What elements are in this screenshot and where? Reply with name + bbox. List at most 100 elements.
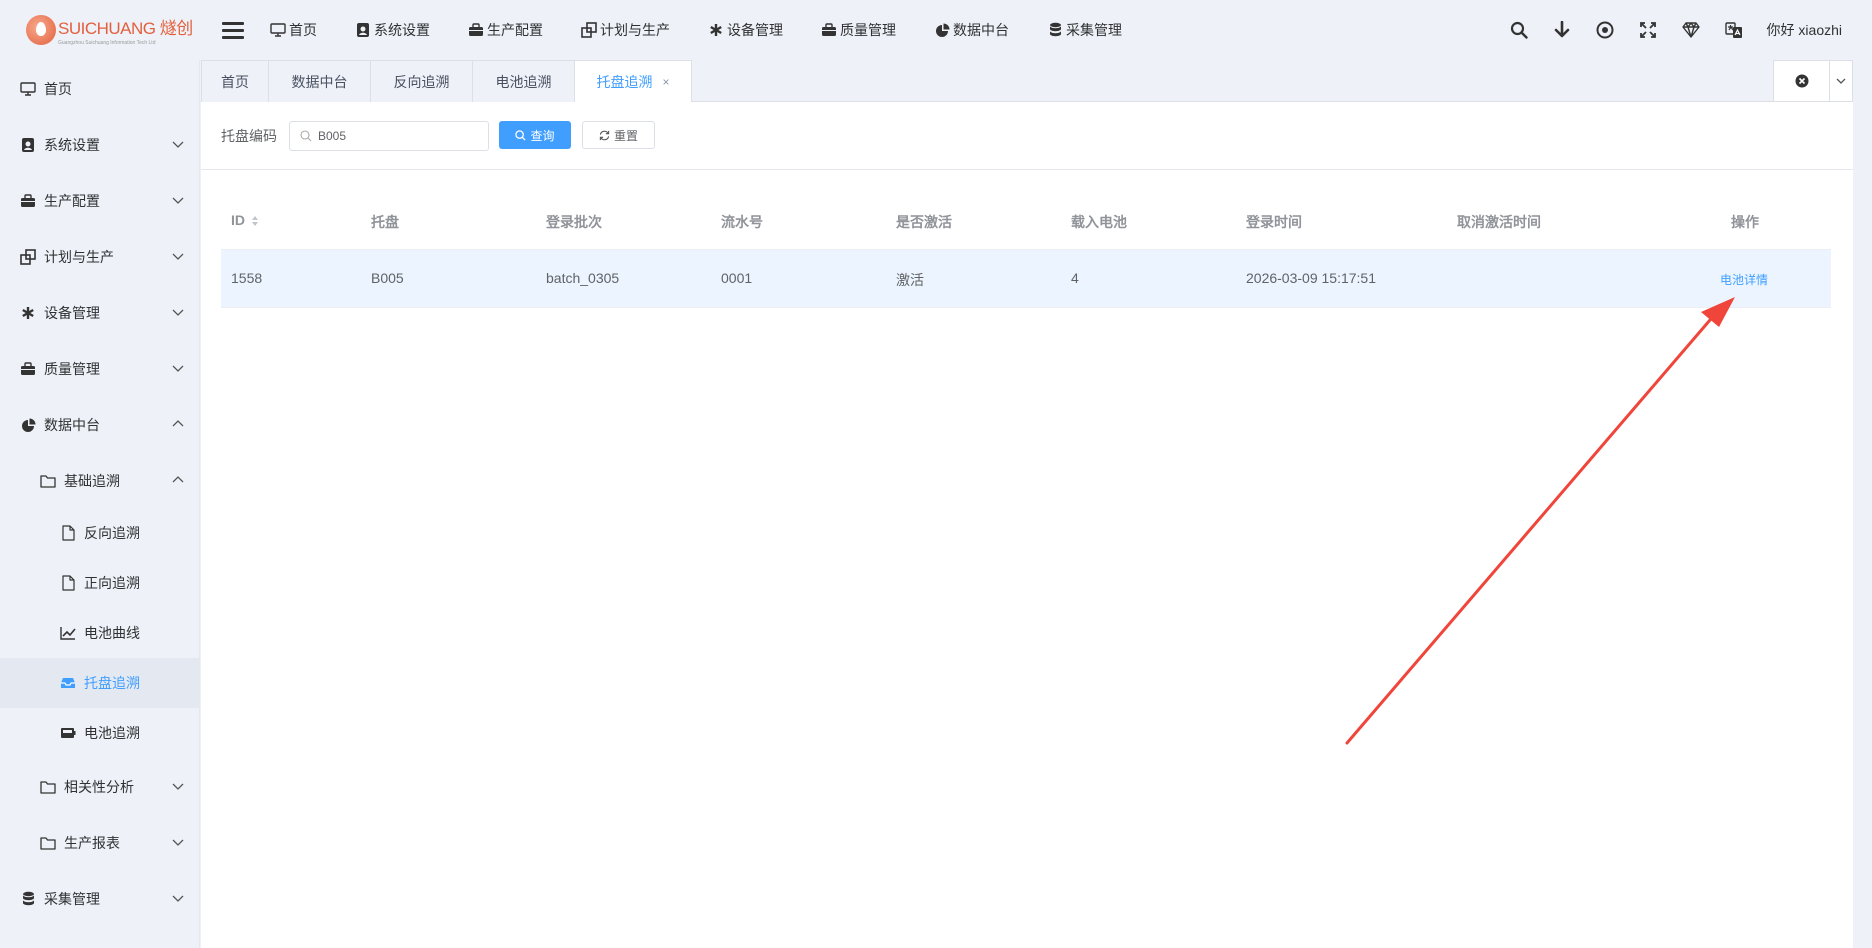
column-header-id[interactable]: ID bbox=[231, 212, 259, 228]
cell-active: 激活 bbox=[896, 272, 924, 288]
sidebar-item-system-settings[interactable]: 系统设置 bbox=[0, 120, 200, 170]
logo-mark-icon bbox=[26, 15, 56, 45]
sidebar-item-forward-trace[interactable]: 正向追溯 bbox=[0, 558, 200, 608]
topnav-equipment[interactable]: 设备管理 bbox=[708, 0, 801, 60]
folder-icon bbox=[40, 473, 56, 489]
file-icon bbox=[60, 525, 76, 541]
search-icon[interactable] bbox=[1509, 20, 1529, 40]
sidebar-item-plan-production[interactable]: 计划与生产 bbox=[0, 232, 200, 282]
column-header-action: 操作 bbox=[1731, 214, 1759, 230]
download-icon[interactable] bbox=[1552, 20, 1572, 40]
tab-home[interactable]: 首页 bbox=[201, 60, 269, 102]
topnav-quality[interactable]: 质量管理 bbox=[821, 0, 914, 60]
battery-icon bbox=[60, 725, 76, 741]
user-badge-icon bbox=[20, 137, 36, 153]
topnav-plan-production[interactable]: 计划与生产 bbox=[581, 0, 688, 60]
tray-table: ID 托盘 登录批次 流水号 是否激活 载入电池 登录时间 取消激活时间 操作 … bbox=[221, 190, 1831, 308]
chevron-down-icon bbox=[1836, 78, 1846, 84]
column-header-login-time: 登录时间 bbox=[1246, 214, 1302, 230]
file-icon bbox=[60, 575, 76, 591]
layers-icon bbox=[20, 249, 36, 265]
briefcase-icon bbox=[468, 22, 484, 38]
topnav-production-config[interactable]: 生产配置 bbox=[468, 0, 561, 60]
topnav-data-center[interactable]: 数据中台 bbox=[934, 0, 1027, 60]
layers-icon bbox=[581, 22, 597, 38]
search-form: 托盘编码 B005 查询 重置 bbox=[201, 102, 1853, 170]
tab-reverse-trace[interactable]: 反向追溯 bbox=[370, 60, 473, 102]
reset-button[interactable]: 重置 bbox=[582, 121, 655, 149]
tabs-dropdown-button[interactable] bbox=[1830, 61, 1852, 101]
tab-tray-trace[interactable]: 托盘追溯 × bbox=[574, 60, 692, 103]
folder-icon bbox=[40, 835, 56, 851]
sidebar-item-reverse-trace[interactable]: 反向追溯 bbox=[0, 508, 200, 558]
sidebar-item-correlation-analysis[interactable]: 相关性分析 bbox=[0, 762, 200, 812]
folder-icon bbox=[40, 779, 56, 795]
chevron-up-icon bbox=[172, 420, 184, 427]
tab-data-center[interactable]: 数据中台 bbox=[268, 60, 371, 102]
sidebar-item-equipment[interactable]: 设备管理 bbox=[0, 288, 200, 338]
query-button[interactable]: 查询 bbox=[499, 121, 571, 149]
menu-toggle-icon[interactable] bbox=[222, 21, 244, 39]
fullscreen-icon[interactable] bbox=[1638, 20, 1658, 40]
asterisk-icon bbox=[20, 305, 36, 321]
tabs-bar: 首页 数据中台 反向追溯 电池追溯 托盘追溯 × bbox=[201, 60, 1853, 103]
battery-details-link[interactable]: 电池详情 bbox=[1720, 271, 1768, 288]
sidebar-item-battery-trace[interactable]: 电池追溯 bbox=[0, 708, 200, 758]
tray-icon bbox=[60, 675, 76, 691]
chevron-down-icon bbox=[172, 783, 184, 790]
column-header-serial: 流水号 bbox=[721, 214, 763, 230]
pie-chart-icon bbox=[934, 22, 950, 38]
tray-code-input[interactable]: B005 bbox=[289, 121, 489, 151]
diamond-icon[interactable] bbox=[1681, 20, 1701, 40]
sidebar-item-production-report[interactable]: 生产报表 bbox=[0, 818, 200, 868]
chevron-up-icon bbox=[172, 476, 184, 483]
cell-id: 1558 bbox=[231, 270, 263, 286]
main-content: 托盘编码 B005 查询 重置 ID 托盘 登录批次 流水号 是否激活 载入电池… bbox=[201, 102, 1853, 948]
user-greeting[interactable]: 你好 xiaozhi bbox=[1767, 20, 1842, 40]
logo-subtext: Guangzhou Suichuang Information Tech Ltd bbox=[58, 40, 156, 46]
briefcase-icon bbox=[20, 193, 36, 209]
column-header-active: 是否激活 bbox=[896, 214, 952, 230]
topnav-collection[interactable]: 采集管理 bbox=[1047, 0, 1140, 60]
tab-tools bbox=[1773, 60, 1853, 102]
brand-logo[interactable]: SUICHUANG 燧创 Guangzhou Suichuang Informa… bbox=[0, 0, 200, 60]
briefcase-icon bbox=[20, 361, 36, 377]
chevron-down-icon bbox=[172, 895, 184, 902]
sidebar-item-quality[interactable]: 质量管理 bbox=[0, 344, 200, 394]
close-circle-icon bbox=[1795, 74, 1808, 88]
search-icon bbox=[300, 130, 312, 142]
sort-icon[interactable] bbox=[251, 215, 259, 227]
asterisk-icon bbox=[708, 22, 724, 38]
top-navigation: 首页 系统设置 生产配置 计划与生产 设备管理 质量管理 数据中台 采集管理 bbox=[270, 0, 1160, 60]
cell-batteries: 4 bbox=[1071, 270, 1079, 286]
chevron-down-icon bbox=[172, 197, 184, 204]
sidebar-item-home[interactable]: 首页 bbox=[0, 64, 200, 114]
sidebar-item-production-config[interactable]: 生产配置 bbox=[0, 176, 200, 226]
chevron-down-icon bbox=[172, 365, 184, 372]
refresh-icon bbox=[599, 130, 610, 140]
sidebar-item-tray-trace[interactable]: 托盘追溯 bbox=[0, 658, 200, 708]
monitor-icon bbox=[20, 81, 36, 97]
cell-serial: 0001 bbox=[721, 270, 753, 286]
logo-text: SUICHUANG 燧创 bbox=[58, 19, 193, 38]
sidebar-item-collection[interactable]: 采集管理 bbox=[0, 874, 200, 924]
chevron-down-icon bbox=[172, 253, 184, 260]
column-header-deactivate-time: 取消激活时间 bbox=[1457, 214, 1541, 230]
tray-code-label: 托盘编码 bbox=[221, 128, 277, 144]
sidebar-item-battery-curve[interactable]: 电池曲线 bbox=[0, 608, 200, 658]
topnav-system-settings[interactable]: 系统设置 bbox=[355, 0, 448, 60]
column-header-login-batch: 登录批次 bbox=[546, 214, 602, 230]
sidebar-item-data-center[interactable]: 数据中台 bbox=[0, 400, 200, 450]
tab-battery-trace[interactable]: 电池追溯 bbox=[472, 60, 575, 102]
language-icon[interactable] bbox=[1724, 20, 1744, 40]
sidebar-item-basic-trace[interactable]: 基础追溯 bbox=[0, 456, 200, 506]
top-header: SUICHUANG 燧创 Guangzhou Suichuang Informa… bbox=[0, 0, 1872, 60]
close-icon[interactable]: × bbox=[662, 75, 669, 89]
sidebar: 首页 系统设置 生产配置 计划与生产 设备管理 质量管理 数据中台 基础追溯 反… bbox=[0, 60, 200, 948]
monitor-icon bbox=[270, 22, 286, 38]
close-all-tabs-button[interactable] bbox=[1774, 61, 1830, 101]
topnav-home[interactable]: 首页 bbox=[270, 0, 335, 60]
target-icon[interactable] bbox=[1595, 20, 1615, 40]
table-row[interactable]: 1558 B005 batch_0305 0001 激活 4 2026-03-0… bbox=[221, 250, 1831, 308]
chevron-down-icon bbox=[172, 141, 184, 148]
